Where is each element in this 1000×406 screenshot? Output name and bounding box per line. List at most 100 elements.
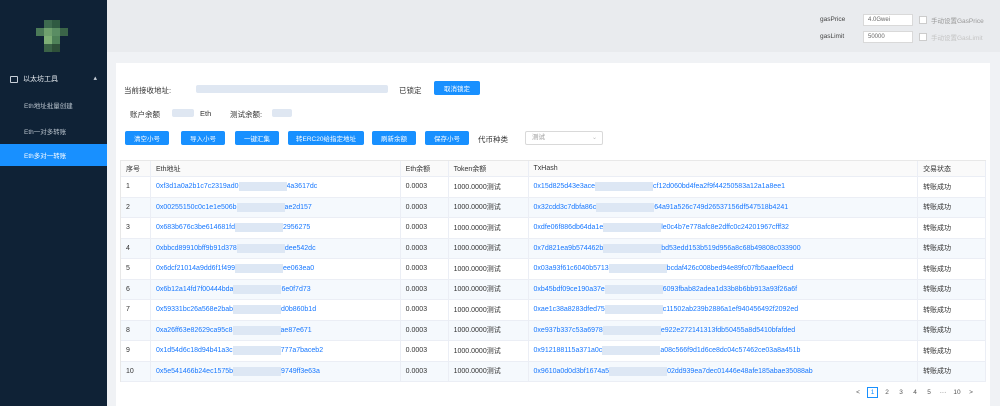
- txhash-link[interactable]: 0x912188115a371a0c a08c566f9d1d6ce8dc04c5…: [529, 341, 919, 361]
- sidebar-item-eth-batch-create[interactable]: Eth地址批量创建: [0, 94, 107, 116]
- token-balance: 1000.0000测试: [449, 177, 529, 197]
- one-click-collect-button[interactable]: 一键汇集: [235, 131, 279, 145]
- eth-address-link[interactable]: 0x1d54d6c18d94b41a3c 777a7baceb2: [151, 341, 401, 361]
- gas-limit-input[interactable]: 50000: [863, 31, 913, 43]
- save-sub-accounts-button[interactable]: 保存小号: [425, 131, 469, 145]
- txhash-link[interactable]: 0x32cdd3c7dbfa86c 64a91a526c749d26537156d…: [529, 197, 919, 217]
- eth-address-link[interactable]: 0xbbcd89910bff9b91d378 dee542dc: [151, 238, 401, 258]
- token-balance: 1000.0000测试: [449, 238, 529, 258]
- redacted-segment: [604, 284, 663, 294]
- eth-address-link[interactable]: 0xf3d1a0a2b1c7c2319ad0 4a3617dc: [151, 177, 401, 197]
- page-2-button[interactable]: 2: [882, 387, 892, 398]
- eth-balance: 0.0003: [401, 320, 449, 340]
- token-balance: 1000.0000测试: [449, 279, 529, 299]
- token-type-select[interactable]: 测试 ⌄: [525, 131, 603, 145]
- eth-address-prefix: 0x1d54d6c18d94b41a3c: [155, 347, 233, 355]
- row-index: 8: [121, 320, 151, 340]
- refresh-balance-button[interactable]: 刷新余额: [372, 131, 416, 145]
- redacted-segment: [232, 325, 281, 335]
- txhash-link[interactable]: 0xb45bdf09ce190a37e 6093fbab82adea1d33b8b…: [529, 279, 919, 299]
- txhash-link[interactable]: 0xe937b337c53a6978 e922e272141313fdb50455…: [529, 320, 919, 340]
- token-type-value: 测试: [532, 134, 545, 141]
- clear-sub-accounts-button[interactable]: 清空小号: [125, 131, 169, 145]
- redacted-segment: [236, 243, 285, 253]
- sidebar-item-label: Eth一对多转账: [24, 129, 67, 136]
- prev-page-button[interactable]: <: [853, 387, 863, 398]
- redacted-segment: [602, 346, 661, 356]
- txhash-link[interactable]: 0x03a93f61c6040b5713 bcdaf426c008bed94e89…: [529, 259, 919, 279]
- transaction-status: 转账成功: [918, 279, 986, 299]
- eth-address-link[interactable]: 0x5e541466b24ec1575b 9749ff3e63a: [151, 361, 401, 381]
- column-header-status: 交易状态: [918, 161, 986, 176]
- locked-status: 已锁定: [399, 86, 422, 95]
- eth-address-link[interactable]: 0x00255150c0c1e1e506b ae2d157: [151, 197, 401, 217]
- txhash-prefix: 0x912188115a371a0c: [533, 347, 603, 355]
- transfer-erc20-button[interactable]: 转ERC20给指定地址: [288, 131, 364, 145]
- sidebar-group-label: 以太坊工具: [23, 76, 58, 83]
- import-sub-accounts-button[interactable]: 导入小号: [181, 131, 225, 145]
- transactions-table: 序号 Eth地址 Eth余额 Token余额 TxHash 交易状态 1 0xf3…: [120, 160, 986, 382]
- redacted-segment: [232, 346, 281, 356]
- test-balance-value: [272, 109, 292, 117]
- page-1-button[interactable]: 1: [867, 387, 878, 398]
- eth-address-prefix: 0x00255150c0c1e1e506b: [155, 203, 237, 211]
- eth-address-suffix: ee063ea0: [283, 265, 315, 273]
- gas-price-manual-checkbox[interactable]: 手动设置GasPrice: [919, 15, 984, 25]
- redacted-segment: [236, 202, 285, 212]
- sidebar-item-label: Eth多对一转账: [24, 153, 67, 160]
- txhash-link[interactable]: 0x9610a0d0d3bf1674a5 02dd939ea7dec01446e4…: [529, 361, 919, 381]
- gas-limit-manual-checkbox[interactable]: 手动设置GasLimit: [919, 32, 983, 42]
- sidebar-group-eth-tools[interactable]: 以太坊工具 ▴: [0, 70, 107, 88]
- column-header-eth-address: Eth地址: [151, 161, 401, 176]
- eth-address-link[interactable]: 0x683b676c3be614681fd 2956275: [151, 218, 401, 238]
- txhash-suffix: 6093fbab82adea1d33b8b6bb913a93f26a6f: [662, 285, 798, 293]
- token-balance: 1000.0000测试: [449, 320, 529, 340]
- eth-address-suffix: 777a7baceb2: [280, 347, 324, 355]
- table-row: 8 0xa26ff63e82629ca95c8 ae87e671 0.0003 1000…: [121, 320, 986, 341]
- token-type-label: 代币种类: [478, 135, 508, 144]
- eth-balance: 0.0003: [401, 300, 449, 320]
- transaction-status: 转账成功: [918, 177, 986, 197]
- txhash-link[interactable]: 0x7d821ea9b574462b bd53edd153b519d956a8c6…: [529, 238, 919, 258]
- txhash-link[interactable]: 0x15d825d43e3ace cf12d060bd4fea2f9f442505…: [529, 177, 919, 197]
- eth-address-prefix: 0x6dcf21014a9dd6f1f499: [155, 265, 235, 273]
- page-3-button[interactable]: 3: [896, 387, 906, 398]
- page-4-button[interactable]: 4: [910, 387, 920, 398]
- txhash-suffix: c11502ab239b2886a1ef940456492f2092ed: [662, 306, 799, 314]
- sidebar-item-eth-many-to-one[interactable]: Eth多对一转账: [0, 144, 107, 166]
- txhash-link[interactable]: 0xae1c38a8283dfed75 c11502ab239b2886a1ef9…: [529, 300, 919, 320]
- row-index: 5: [121, 259, 151, 279]
- transaction-status: 转账成功: [918, 341, 986, 361]
- next-page-button[interactable]: >: [966, 387, 976, 398]
- txhash-suffix: 64a91a526c749d26537156df547518b4241: [654, 203, 789, 211]
- txhash-suffix: le0c4b7e778afc8e2dffc0c24201967cfff32: [661, 224, 789, 232]
- eth-address-prefix: 0x59331bc26a568e2bab: [155, 306, 234, 314]
- sidebar-item-eth-one-to-many[interactable]: Eth一对多转账: [0, 120, 107, 142]
- eth-address-link[interactable]: 0x6b12a14fd7f00444bda 6e0f7d73: [151, 279, 401, 299]
- eth-address-link[interactable]: 0xa26ff63e82629ca95c8 ae87e671: [151, 320, 401, 340]
- page-10-button[interactable]: 10: [952, 387, 962, 398]
- eth-balance: 0.0003: [401, 197, 449, 217]
- row-index: 3: [121, 218, 151, 238]
- column-header-token-balance: Token余额: [449, 161, 529, 176]
- eth-address-suffix: 4a3617dc: [286, 183, 318, 191]
- row-index: 2: [121, 197, 151, 217]
- page-5-button[interactable]: 5: [924, 387, 934, 398]
- column-header-index: 序号: [121, 161, 151, 176]
- eth-address-suffix: d0b860b1d: [281, 306, 317, 314]
- page-ellipsis[interactable]: ···: [938, 387, 948, 398]
- table-row: 6 0x6b12a14fd7f00444bda 6e0f7d73 0.0003 1000…: [121, 279, 986, 300]
- unlock-button[interactable]: 取消锁定: [434, 81, 480, 95]
- gas-price-input[interactable]: 4.0Gwei: [863, 14, 913, 26]
- eth-balance: 0.0003: [401, 218, 449, 238]
- transaction-status: 转账成功: [918, 320, 986, 340]
- receive-address-label: 当前接收地址:: [124, 86, 172, 95]
- eth-address-link[interactable]: 0x6dcf21014a9dd6f1f499 ee063ea0: [151, 259, 401, 279]
- eth-address-link[interactable]: 0x59331bc26a568e2bab d0b860b1d: [151, 300, 401, 320]
- redacted-segment: [603, 243, 662, 253]
- checkbox-icon: [919, 33, 927, 41]
- txhash-link[interactable]: 0xdfe06f886db64da1e le0c4b7e778afc8e2dffc…: [529, 218, 919, 238]
- row-index: 7: [121, 300, 151, 320]
- redacted-segment: [235, 264, 283, 274]
- txhash-prefix: 0x15d825d43e3ace: [533, 183, 596, 191]
